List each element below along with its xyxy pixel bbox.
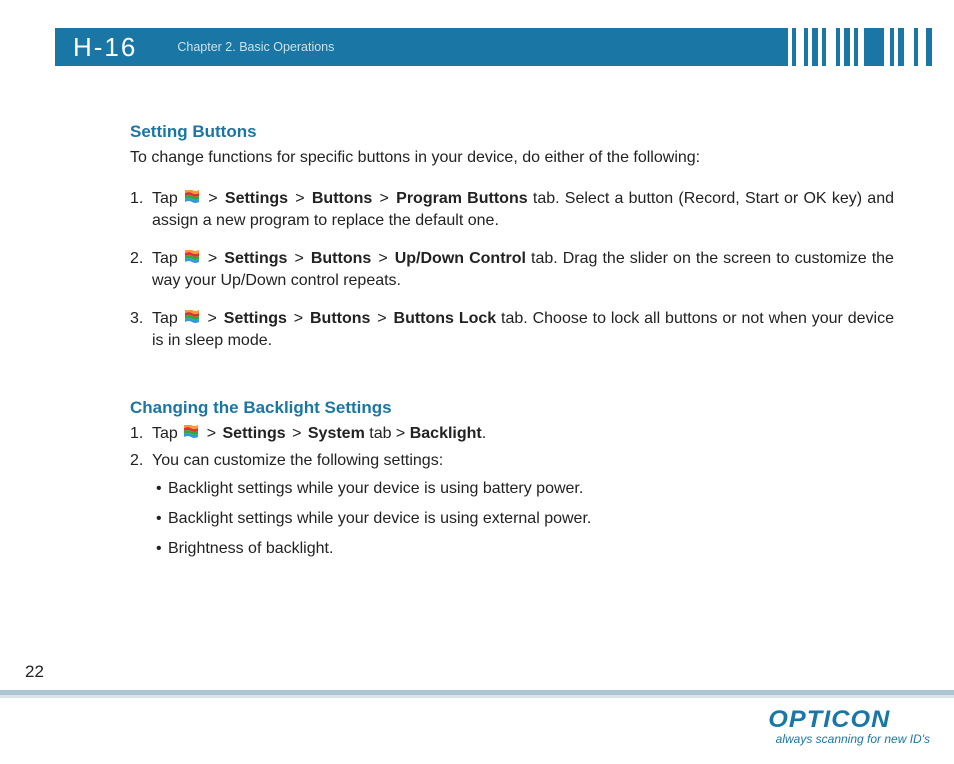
- separator: >: [295, 190, 304, 207]
- barcode-icon: [788, 28, 926, 66]
- item-text: Tap: [152, 310, 183, 327]
- path-buttons: Buttons: [310, 310, 370, 327]
- brand-logo: OPTICON: [768, 706, 930, 734]
- separator: >: [292, 425, 301, 442]
- list-item: 2. Tap > Settings > Buttons > Up/Down Co…: [130, 248, 894, 292]
- list-item: 1. Tap > Settings > Buttons > Program Bu…: [130, 188, 894, 232]
- bullet-item: •Backlight settings while your device is…: [156, 508, 894, 530]
- section-heading-backlight: Changing the Backlight Settings: [130, 396, 894, 419]
- windows-start-icon: [184, 309, 200, 323]
- item-text: Tap: [152, 190, 183, 207]
- separator: >: [208, 250, 217, 267]
- page-number: 22: [25, 662, 44, 682]
- separator: >: [377, 310, 386, 327]
- path-program-buttons: Program Buttons: [396, 190, 527, 207]
- brand-block: OPTICON always scanning for new ID's: [776, 706, 930, 746]
- path-settings: Settings: [224, 310, 287, 327]
- item-text: tab >: [365, 425, 410, 442]
- item-text: Tap: [152, 250, 183, 267]
- item-body: Tap > Settings > System tab > Backlight.: [152, 423, 894, 445]
- section-heading-setting-buttons: Setting Buttons: [130, 120, 894, 143]
- section-intro: To change functions for specific buttons…: [130, 147, 894, 169]
- item-body: Tap > Settings > Buttons > Up/Down Contr…: [152, 248, 894, 292]
- footer-stripe-icon: [0, 690, 954, 700]
- bullet-text: Backlight settings while your device is …: [168, 510, 591, 527]
- model-label: H-16: [73, 32, 137, 63]
- item-body: You can customize the following settings…: [152, 450, 894, 472]
- separator: >: [208, 190, 217, 207]
- item-body: Tap > Settings > Buttons > Buttons Lock …: [152, 308, 894, 352]
- bullet-dot-icon: •: [156, 538, 168, 560]
- path-buttons-lock: Buttons Lock: [394, 310, 497, 327]
- path-backlight: Backlight: [410, 425, 482, 442]
- item-body: Tap > Settings > Buttons > Program Butto…: [152, 188, 894, 232]
- item-text: .: [482, 425, 486, 442]
- item-number: 2.: [130, 248, 152, 292]
- header-bar: H-16 Chapter 2. Basic Operations: [55, 28, 932, 66]
- separator: >: [294, 310, 303, 327]
- list-item: 3. Tap > Settings > Buttons > Buttons Lo…: [130, 308, 894, 352]
- path-settings: Settings: [225, 190, 288, 207]
- separator: >: [378, 250, 387, 267]
- windows-start-icon: [184, 249, 200, 263]
- list-item: 2. You can customize the following setti…: [130, 450, 894, 472]
- separator: >: [208, 310, 217, 327]
- windows-start-icon: [183, 424, 199, 438]
- item-number: 1.: [130, 188, 152, 232]
- bullet-item: •Brightness of backlight.: [156, 538, 894, 560]
- brand-tagline: always scanning for new ID's: [776, 732, 930, 746]
- list-item: 1. Tap > Settings > System tab > Backlig…: [130, 423, 894, 445]
- bullet-text: Backlight settings while your device is …: [168, 480, 583, 497]
- separator: >: [207, 425, 216, 442]
- bullet-text: Brightness of backlight.: [168, 540, 333, 557]
- path-buttons: Buttons: [311, 250, 371, 267]
- bullet-item: •Backlight settings while your device is…: [156, 478, 894, 500]
- windows-start-icon: [184, 189, 200, 203]
- chapter-label: Chapter 2. Basic Operations: [177, 40, 334, 54]
- item-text: Tap: [152, 425, 182, 442]
- path-settings: Settings: [224, 250, 287, 267]
- content-area: Setting Buttons To change functions for …: [130, 120, 894, 568]
- item-number: 1.: [130, 423, 152, 445]
- path-settings: Settings: [223, 425, 286, 442]
- item-number: 3.: [130, 308, 152, 352]
- item-number: 2.: [130, 450, 152, 472]
- path-buttons: Buttons: [312, 190, 372, 207]
- bullet-list: •Backlight settings while your device is…: [156, 478, 894, 560]
- path-updown-control: Up/Down Control: [395, 250, 526, 267]
- separator: >: [380, 190, 389, 207]
- separator: >: [294, 250, 303, 267]
- path-system: System: [308, 425, 365, 442]
- bullet-dot-icon: •: [156, 508, 168, 530]
- bullet-dot-icon: •: [156, 478, 168, 500]
